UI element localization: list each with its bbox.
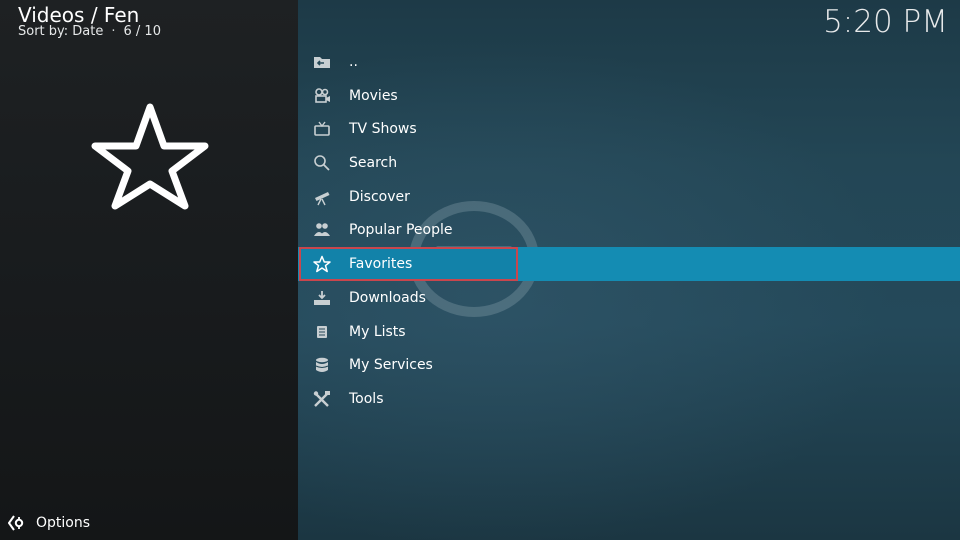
- search-icon: [314, 155, 330, 171]
- menu-item-label: TV Shows: [349, 121, 417, 138]
- menu-item-label: My Lists: [349, 323, 406, 340]
- menu-item-favorites[interactable]: Favorites: [298, 247, 960, 282]
- menu-item-label: Movies: [349, 87, 398, 104]
- menu-item-tv-shows[interactable]: TV Shows: [298, 112, 960, 146]
- menu-item-tools[interactable]: Tools: [298, 382, 960, 416]
- clock: 5:20 PM: [823, 4, 948, 40]
- menu-item-label: Downloads: [349, 289, 426, 306]
- telescope-icon: [315, 191, 330, 206]
- menu-item-my-lists[interactable]: My Lists: [298, 315, 960, 349]
- separator: ·: [111, 24, 116, 39]
- options-icon: [8, 515, 24, 531]
- preview-panel: [0, 0, 298, 540]
- menu-item-label: Popular People: [349, 222, 453, 239]
- menu-item-label: Tools: [349, 390, 384, 407]
- options-label: Options: [36, 515, 91, 531]
- lists-icon: [317, 325, 327, 338]
- menu-item-label: My Services: [349, 357, 433, 374]
- menu-list: .. Movies TV Shows Search Discover Popul…: [298, 45, 960, 416]
- people-icon: [314, 223, 330, 237]
- star-outline-icon: [91, 103, 209, 210]
- menu-item-search[interactable]: Search: [298, 146, 960, 180]
- download-icon: [314, 290, 330, 305]
- menu-item-movies[interactable]: Movies: [298, 79, 960, 113]
- item-position: 6 / 10: [123, 24, 161, 39]
- database-icon: [315, 357, 329, 373]
- film-camera-icon: [315, 87, 330, 103]
- menu-item-label: Search: [349, 155, 398, 172]
- menu-item-parent[interactable]: ..: [298, 45, 960, 79]
- menu-item-discover[interactable]: Discover: [298, 180, 960, 214]
- menu-item-downloads[interactable]: Downloads: [298, 281, 960, 315]
- folder-back-icon: [314, 57, 330, 68]
- menu-item-label: Favorites: [349, 256, 413, 273]
- menu-item-label: Discover: [349, 188, 410, 205]
- menu-item-popular-people[interactable]: Popular People: [298, 213, 960, 247]
- menu-item-label: ..: [349, 54, 358, 70]
- sort-info: Sort by: Date · 6 / 10: [18, 24, 161, 40]
- tv-icon: [314, 121, 330, 137]
- sort-label[interactable]: Sort by: Date: [18, 24, 103, 39]
- menu-item-my-services[interactable]: My Services: [298, 348, 960, 382]
- tools-icon: [313, 390, 330, 407]
- star-icon: [313, 255, 331, 273]
